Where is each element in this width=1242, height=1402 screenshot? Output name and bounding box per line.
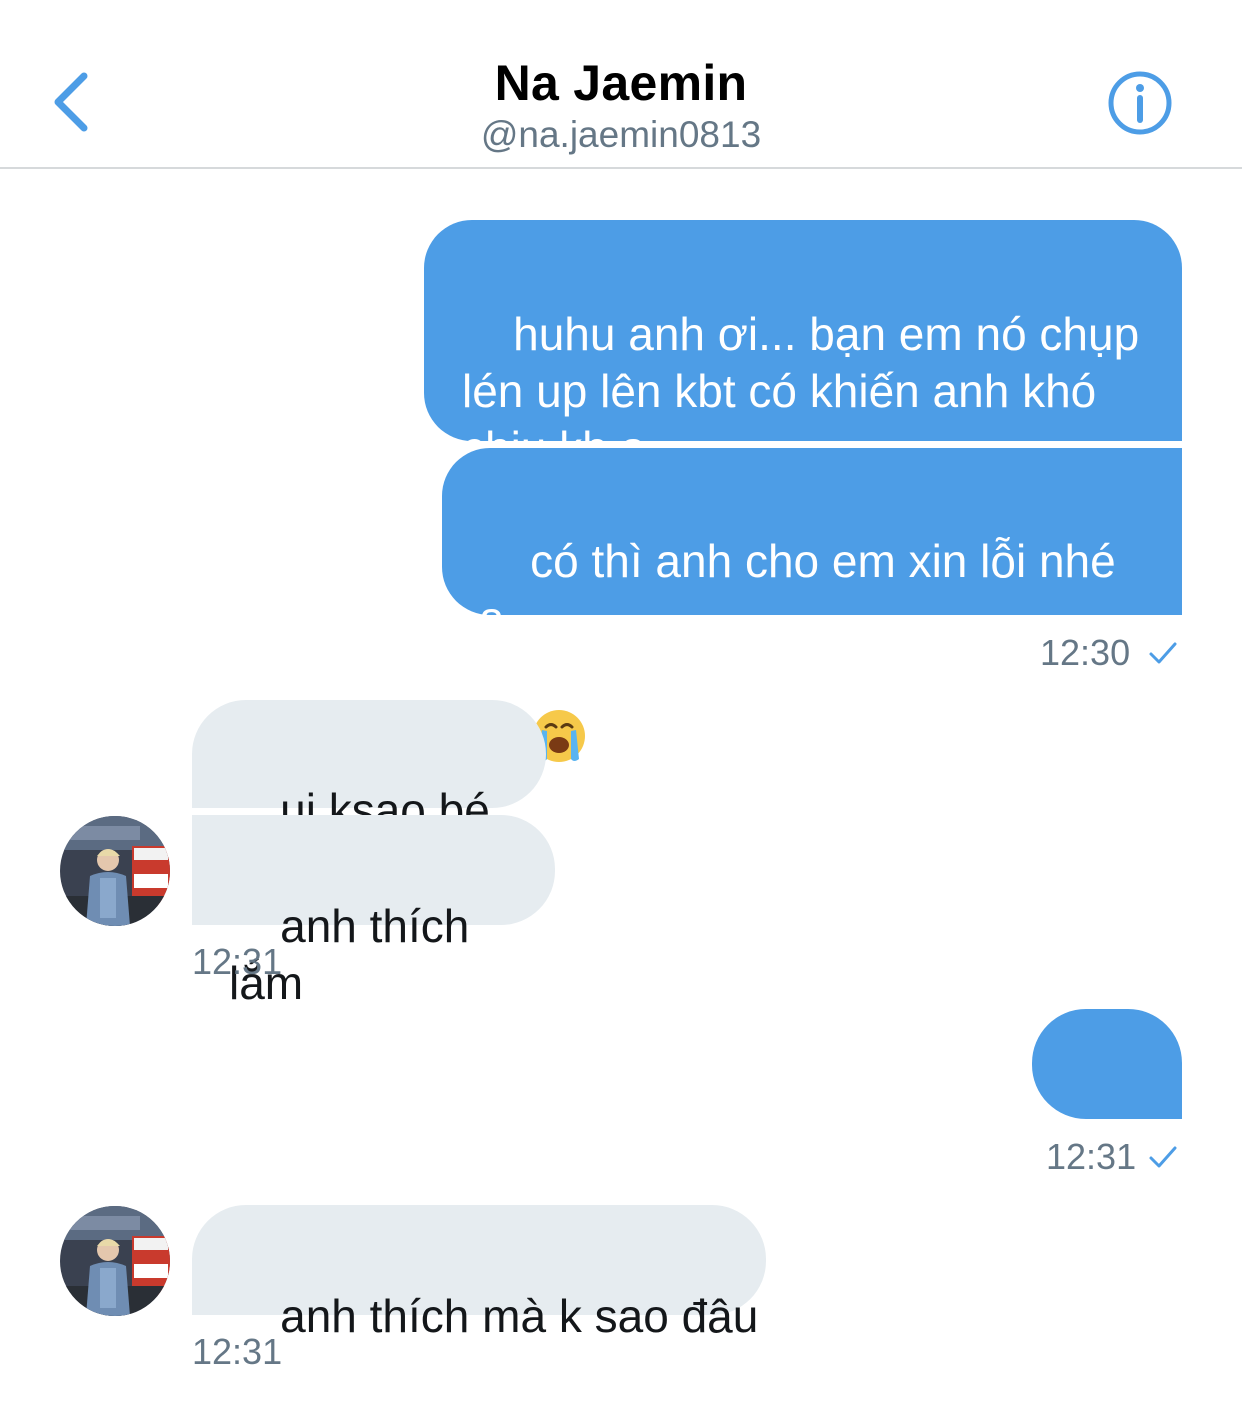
message-bubble-outgoing[interactable]: dạ?: [1032, 1009, 1182, 1203]
message-timestamp: 12:31: [192, 941, 283, 982]
message-bubble-incoming[interactable]: anh thích lắm: [192, 815, 555, 1009]
conversation-header: Na Jaemin @na.jaemin0813: [0, 0, 1242, 169]
checkmark-icon: [1149, 642, 1177, 664]
avatar[interactable]: [60, 816, 170, 926]
avatar-image: [60, 1206, 170, 1316]
message-bubble-incoming[interactable]: anh thích mà k sao đâu: [192, 1205, 766, 1342]
message-timestamp: 12:30: [1040, 632, 1131, 673]
message-text: có thì anh cho em xin lỗi nhé ạ: [479, 535, 1129, 644]
info-circle-icon: [1108, 71, 1172, 135]
message-timestamp: 12:31: [1046, 1136, 1137, 1177]
info-button[interactable]: [1104, 70, 1176, 142]
message-timestamp: 12:31: [192, 1331, 283, 1372]
avatar[interactable]: [60, 1206, 170, 1316]
contact-handle[interactable]: @na.jaemin0813: [0, 114, 1242, 156]
message-bubble-outgoing[interactable]: huhu anh ơi... bạn em nó chụp lén up lên…: [424, 220, 1182, 474]
message-bubble-outgoing[interactable]: có thì anh cho em xin lỗi nhé ạ: [442, 448, 1182, 762]
message-bubble-incoming[interactable]: ui ksao bé ơii: [192, 700, 546, 893]
avatar-image: [60, 816, 170, 926]
checkmark-icon: [1149, 1146, 1177, 1168]
contact-name[interactable]: Na Jaemin: [0, 54, 1242, 112]
message-text: anh thích mà k sao đâu: [280, 1290, 759, 1342]
